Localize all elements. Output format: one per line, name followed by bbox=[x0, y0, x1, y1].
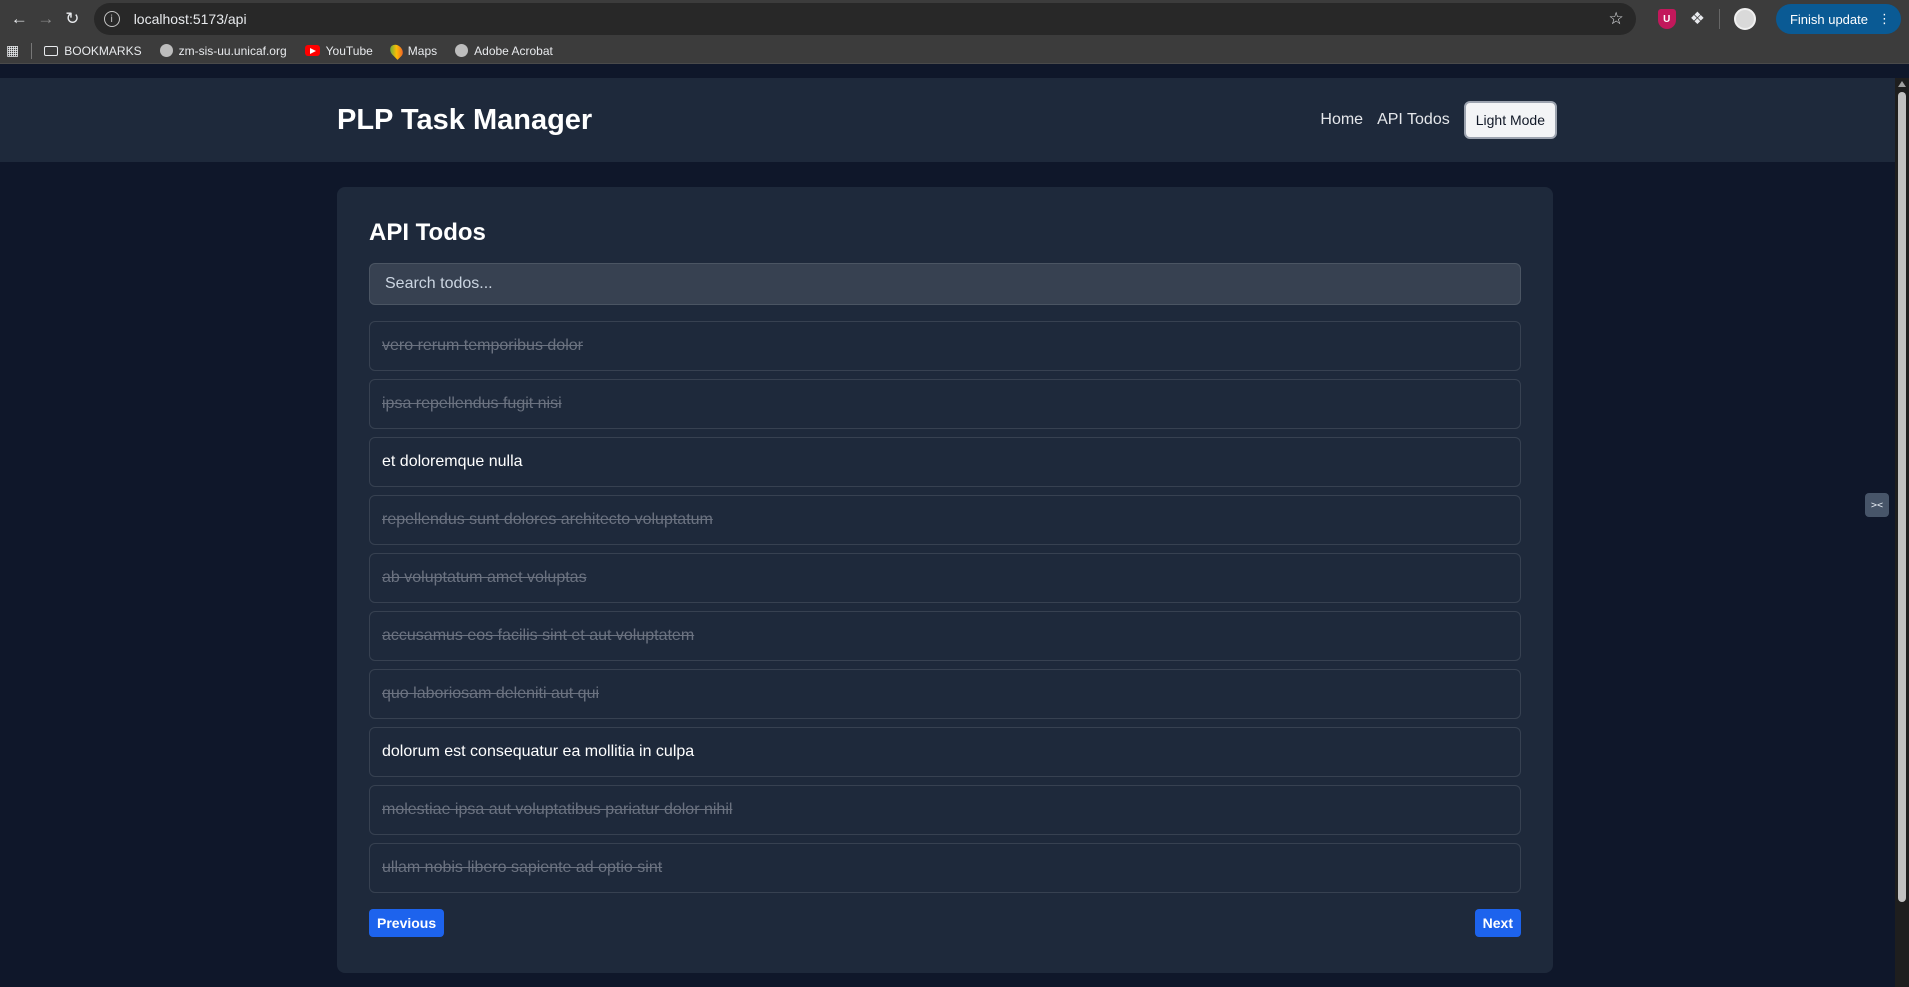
address-url[interactable]: localhost:5173/api bbox=[134, 11, 1609, 27]
todo-item[interactable]: ullam nobis libero sapiente ad optio sin… bbox=[369, 843, 1521, 893]
bookmark-label: zm-sis-uu.unicaf.org bbox=[178, 43, 287, 58]
finish-update-label: Finish update bbox=[1789, 11, 1868, 27]
toolbar-divider bbox=[1718, 9, 1720, 29]
floating-widget-icon[interactable]: >< bbox=[1865, 493, 1889, 517]
globe-icon bbox=[455, 44, 469, 57]
address-bar[interactable]: i localhost:5173/api ☆ bbox=[93, 3, 1636, 35]
maps-icon bbox=[387, 41, 406, 60]
todo-list: vero rerum temporibus dolor ipsa repelle… bbox=[369, 321, 1521, 893]
app-header: PLP Task Manager Home API Todos Light Mo… bbox=[0, 78, 1909, 162]
todo-item[interactable]: molestiae ipsa aut voluptatibus pariatur… bbox=[369, 785, 1521, 835]
profile-avatar[interactable] bbox=[1733, 8, 1756, 30]
bookmarks-divider bbox=[31, 42, 33, 59]
todo-item[interactable]: et doloremque nulla bbox=[369, 437, 1521, 487]
scroll-up-arrow-icon[interactable] bbox=[1898, 81, 1906, 87]
globe-icon bbox=[159, 44, 173, 57]
ublock-extension-icon[interactable]: U bbox=[1657, 9, 1676, 29]
youtube-icon bbox=[304, 45, 320, 56]
bookmark-label: BOOKMARKS bbox=[64, 43, 142, 58]
pagination: Previous Next bbox=[369, 909, 1521, 937]
todo-item[interactable]: quo laboriosam deleniti aut qui bbox=[369, 669, 1521, 719]
bookmark-adobe-acrobat[interactable]: Adobe Acrobat bbox=[455, 44, 553, 58]
bookmark-bookmarks-folder[interactable]: BOOKMARKS bbox=[44, 43, 142, 58]
finish-update-button[interactable]: Finish update ⋮ bbox=[1775, 4, 1901, 34]
bookmarks-bar: ▦ BOOKMARKS zm-sis-uu.unicaf.org YouTube… bbox=[0, 38, 1909, 64]
forward-arrow-icon[interactable]: → bbox=[35, 4, 58, 34]
bookmark-unicaf[interactable]: zm-sis-uu.unicaf.org bbox=[159, 43, 287, 58]
site-info-icon[interactable]: i bbox=[103, 11, 120, 27]
browser-toolbar: ← → ↻ i localhost:5173/api ☆ U ❖ Finish … bbox=[0, 0, 1909, 38]
apps-grid-icon[interactable]: ▦ bbox=[6, 42, 19, 59]
kebab-menu-icon: ⋮ bbox=[1878, 11, 1891, 26]
todo-item[interactable]: ab voluptatum amet voluptas bbox=[369, 553, 1521, 603]
todo-item[interactable]: ipsa repellendus fugit nisi bbox=[369, 379, 1521, 429]
bookmark-label: Adobe Acrobat bbox=[474, 43, 553, 58]
bookmark-label: Maps bbox=[407, 43, 438, 58]
app-title: PLP Task Manager bbox=[337, 103, 593, 136]
bookmark-maps[interactable]: Maps bbox=[387, 41, 438, 60]
scrollbar-thumb[interactable] bbox=[1898, 92, 1906, 902]
main-nav: Home API Todos Light Mode bbox=[1320, 101, 1557, 139]
todo-item[interactable]: repellendus sunt dolores architecto volu… bbox=[369, 495, 1521, 545]
folder-icon bbox=[44, 45, 59, 56]
page-title: API Todos bbox=[369, 219, 486, 246]
todo-item[interactable]: dolorum est consequatur ea mollitia in c… bbox=[369, 727, 1521, 777]
nav-link-api-todos[interactable]: API Todos bbox=[1377, 111, 1450, 129]
previous-page-button[interactable]: Previous bbox=[369, 909, 445, 937]
todo-item[interactable]: accusamus eos facilis sint et aut volupt… bbox=[369, 611, 1521, 661]
todo-item[interactable]: vero rerum temporibus dolor bbox=[369, 321, 1521, 371]
api-todos-card: API Todos vero rerum temporibus dolor ip… bbox=[337, 187, 1553, 973]
bookmark-label: YouTube bbox=[325, 43, 373, 58]
light-mode-toggle-button[interactable]: Light Mode bbox=[1463, 101, 1557, 139]
next-page-button[interactable]: Next bbox=[1474, 909, 1521, 937]
nav-link-home[interactable]: Home bbox=[1320, 111, 1363, 129]
bookmark-youtube[interactable]: YouTube bbox=[304, 43, 373, 58]
reload-icon[interactable]: ↻ bbox=[61, 4, 84, 34]
bookmark-star-icon[interactable]: ☆ bbox=[1608, 9, 1623, 29]
extensions-puzzle-icon[interactable]: ❖ bbox=[1690, 9, 1705, 29]
back-arrow-icon[interactable]: ← bbox=[8, 4, 31, 34]
search-input[interactable] bbox=[369, 263, 1521, 305]
page-scrollbar[interactable] bbox=[1895, 78, 1909, 987]
page-viewport: PLP Task Manager Home API Todos Light Mo… bbox=[0, 78, 1909, 987]
